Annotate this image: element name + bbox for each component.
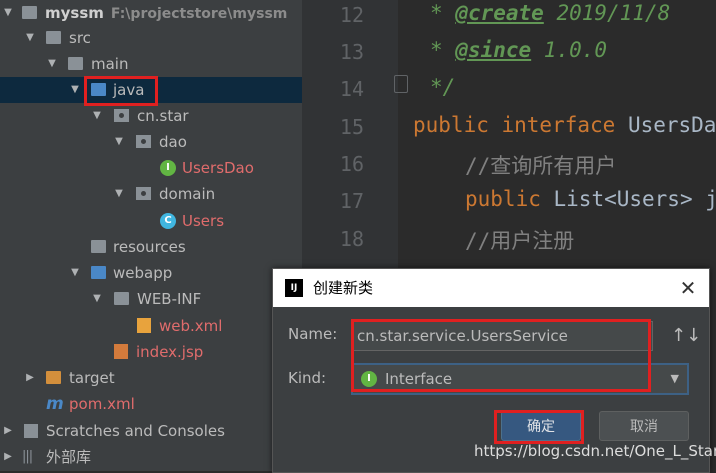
- tree-item-label: web.xml: [159, 317, 223, 335]
- code-line-17: public List<Users> j: [465, 187, 716, 211]
- expand-arrow-icon[interactable]: ▼: [91, 286, 103, 312]
- package-icon: [136, 187, 151, 200]
- kind-label: Kind:: [288, 369, 327, 387]
- tree-item-usersdao[interactable]: I UsersDao: [0, 155, 302, 181]
- expand-arrow-icon[interactable]: ▼: [46, 51, 58, 77]
- close-icon[interactable]: ✕: [673, 273, 703, 303]
- module-folder-icon: [22, 6, 37, 19]
- expand-arrow-icon[interactable]: ▼: [69, 260, 81, 286]
- expand-arrow-icon[interactable]: ▼: [69, 77, 81, 103]
- tree-item-label: index.jsp: [136, 343, 204, 361]
- tree-item-label: UsersDao: [182, 159, 254, 177]
- xml-file-icon: [137, 318, 151, 333]
- tree-item-web-inf[interactable]: ▼ WEB-INF: [0, 286, 302, 312]
- package-icon: [114, 109, 129, 122]
- tree-item-label: myssm F:\projectstore\myssm: [45, 4, 288, 22]
- tree-item-label: 外部库: [46, 448, 92, 466]
- line-number: 18: [339, 227, 364, 251]
- package-icon: [136, 135, 151, 148]
- scratches-icon: [24, 424, 38, 438]
- expand-arrow-icon[interactable]: ▼: [24, 25, 36, 51]
- project-tree: ▼ myssm F:\projectstore\myssm ▼ src ▼ mai…: [0, 0, 302, 471]
- tree-item-target[interactable]: ▶ target: [0, 365, 302, 391]
- collapse-arrow-icon[interactable]: ▶: [2, 418, 14, 444]
- code-line-14: */: [430, 75, 456, 99]
- folder-icon: [46, 31, 61, 44]
- maven-icon: m: [46, 394, 64, 414]
- tree-item-label: Users: [182, 212, 225, 230]
- tree-item-external-libraries[interactable]: ▶ ||| 外部库: [0, 444, 302, 470]
- collapse-arrow-icon[interactable]: ▶: [24, 365, 36, 391]
- tree-item-label: WEB-INF: [137, 290, 202, 308]
- folder-icon: [114, 292, 129, 305]
- watermark: https://blog.csdn.net/One_L_Star: [474, 442, 716, 460]
- line-number: 15: [339, 115, 364, 139]
- tree-item-pom[interactable]: m pom.xml: [0, 391, 302, 417]
- kind-selected-value: Interface: [385, 370, 453, 388]
- expand-arrow-icon[interactable]: ▼: [113, 181, 125, 207]
- resources-folder-icon: [91, 240, 106, 253]
- interface-icon: I: [361, 371, 377, 387]
- code-line-15: public interface UsersDa: [413, 113, 716, 137]
- name-label: Name:: [288, 325, 338, 343]
- code-line-12: * @create 2019/11/8: [430, 1, 671, 25]
- tree-item-label: resources: [113, 238, 186, 256]
- sort-icon[interactable]: ↑↓: [671, 321, 701, 351]
- tree-item-label: Scratches and Consoles: [46, 422, 225, 440]
- tree-item-label: target: [69, 369, 115, 387]
- line-number: 16: [339, 152, 364, 176]
- tree-item-label: domain: [159, 185, 216, 203]
- tree-item-cn-star[interactable]: ▼ cn.star: [0, 103, 302, 129]
- tree-item-index-jsp[interactable]: index.jsp: [0, 339, 302, 365]
- source-folder-icon: [91, 83, 106, 96]
- code-line-16: //查询所有用户: [465, 154, 617, 178]
- line-number: 17: [339, 189, 364, 213]
- line-number: 13: [339, 40, 364, 64]
- expand-arrow-icon[interactable]: ▼: [91, 103, 103, 129]
- dialog-title: 创建新类: [313, 279, 374, 297]
- kind-dropdown[interactable]: I Interface ▼: [351, 363, 689, 395]
- tree-item-label: webapp: [113, 264, 173, 282]
- tree-item-webapp[interactable]: ▼ webapp: [0, 260, 302, 286]
- class-name-input[interactable]: [353, 321, 653, 351]
- code-line-13: * @since 1.0.0: [430, 38, 608, 62]
- interface-icon: I: [160, 160, 176, 176]
- tree-item-label: cn.star: [137, 107, 189, 125]
- cancel-button[interactable]: 取消: [599, 411, 689, 441]
- chevron-down-icon[interactable]: ▼: [671, 365, 679, 393]
- expand-arrow-icon[interactable]: ▼: [2, 0, 14, 26]
- tree-item-resources[interactable]: resources: [0, 234, 302, 260]
- class-icon: C: [160, 213, 176, 229]
- ok-button[interactable]: 确定: [501, 411, 581, 441]
- tree-item-label: java: [113, 81, 145, 99]
- tree-item-scratches[interactable]: ▶ Scratches and Consoles: [0, 418, 302, 444]
- tree-item-src[interactable]: ▼ src: [0, 25, 302, 51]
- library-icon: |||: [22, 449, 33, 464]
- tree-item-java[interactable]: ▼ java: [0, 77, 302, 103]
- tree-item-label: pom.xml: [69, 395, 135, 413]
- tree-item-main[interactable]: ▼ main: [0, 51, 302, 77]
- jsp-file-icon: [114, 344, 128, 359]
- web-folder-icon: [91, 266, 106, 279]
- code-line-18: //用户注册: [465, 229, 575, 253]
- tree-item-users[interactable]: C Users: [0, 208, 302, 234]
- expand-arrow-icon[interactable]: ▼: [113, 129, 125, 155]
- tree-item-domain[interactable]: ▼ domain: [0, 181, 302, 207]
- intellij-logo-icon: IJ: [283, 277, 305, 299]
- fold-marker-icon[interactable]: [394, 75, 408, 93]
- tree-item-label: main: [91, 55, 129, 73]
- tree-item-label: dao: [159, 133, 187, 151]
- tree-item-label: src: [69, 29, 91, 47]
- tree-item-myssm[interactable]: ▼ myssm F:\projectstore\myssm: [0, 0, 302, 26]
- collapse-arrow-icon[interactable]: ▶: [2, 444, 14, 470]
- line-number: 14: [339, 77, 364, 101]
- tree-item-dao[interactable]: ▼ dao: [0, 129, 302, 155]
- line-number: 12: [339, 3, 364, 27]
- dialog-title-bar[interactable]: IJ 创建新类 ✕: [273, 269, 709, 307]
- folder-icon: [68, 57, 83, 70]
- tree-item-web-xml[interactable]: web.xml: [0, 313, 302, 339]
- excluded-folder-icon: [46, 371, 61, 384]
